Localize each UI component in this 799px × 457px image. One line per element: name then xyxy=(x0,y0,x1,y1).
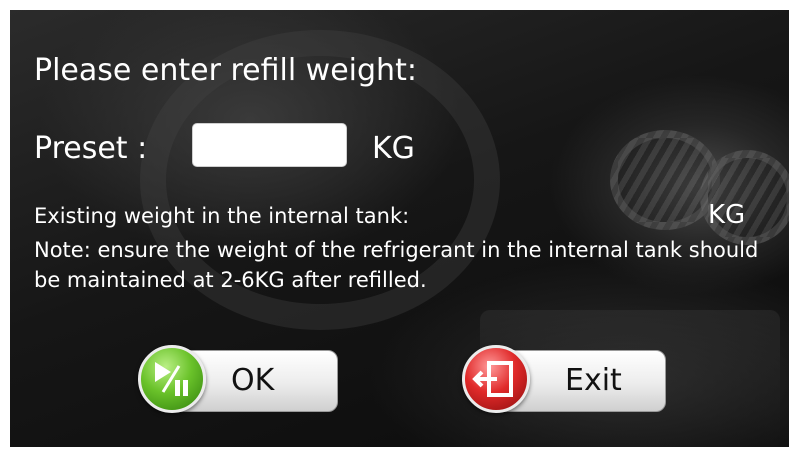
exit-button-label: Exit xyxy=(565,363,622,398)
refill-note: Note: ensure the weight of the refrigera… xyxy=(34,238,759,292)
preset-weight-input[interactable] xyxy=(192,123,347,167)
existing-weight-unit: KG xyxy=(708,200,746,230)
preset-unit-label: KG xyxy=(372,131,415,166)
play-pause-icon[interactable] xyxy=(138,345,206,413)
existing-weight-label: Existing weight in the internal tank: xyxy=(34,204,410,228)
background-air-vent xyxy=(700,150,789,245)
exit-door-icon[interactable] xyxy=(462,345,530,413)
preset-label: Preset : xyxy=(34,131,148,166)
page-title: Please enter refill weight: xyxy=(34,53,417,88)
ok-button-label: OK xyxy=(231,363,275,398)
